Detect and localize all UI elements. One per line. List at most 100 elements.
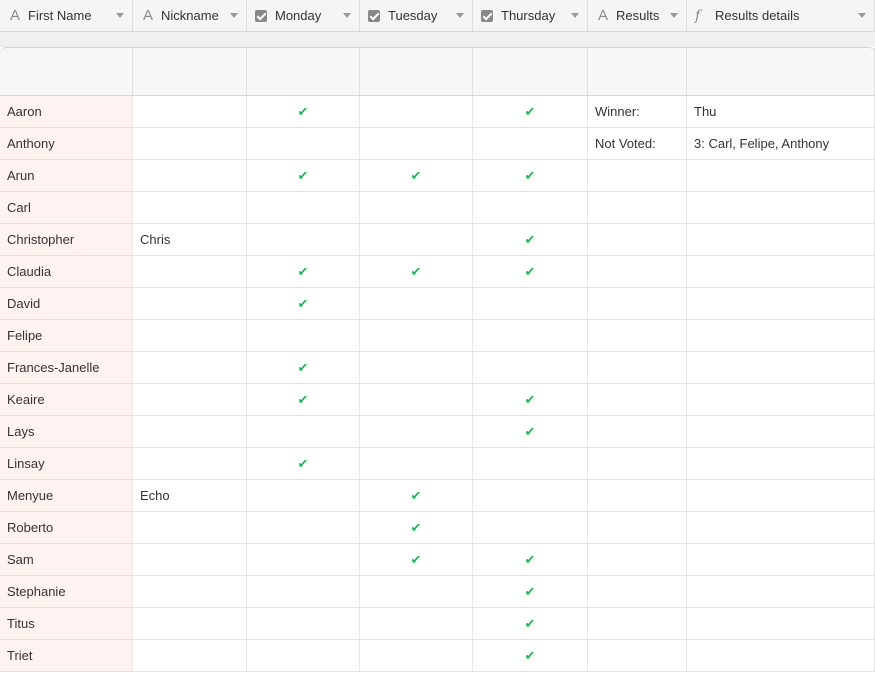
new-record-cell[interactable]: [360, 48, 473, 95]
monday-checkbox-cell[interactable]: ✔: [247, 448, 360, 479]
results-cell[interactable]: [588, 288, 687, 319]
table-row[interactable]: Triet ✔: [0, 640, 875, 672]
first-name-cell[interactable]: Arun: [0, 160, 133, 191]
new-record-cell[interactable]: [247, 48, 360, 95]
first-name-cell[interactable]: Claudia: [0, 256, 133, 287]
nickname-cell[interactable]: [133, 448, 247, 479]
monday-checkbox-cell[interactable]: [247, 224, 360, 255]
first-name-cell[interactable]: David: [0, 288, 133, 319]
chevron-down-icon[interactable]: [116, 13, 124, 18]
monday-checkbox-cell[interactable]: [247, 320, 360, 351]
thursday-checkbox-cell[interactable]: [473, 480, 588, 511]
table-row[interactable]: Aaron ✔ ✔ Winner: Thu: [0, 96, 875, 128]
tuesday-checkbox-cell[interactable]: [360, 608, 473, 639]
tuesday-checkbox-cell[interactable]: [360, 384, 473, 415]
column-header-results-details[interactable]: f Results details: [687, 0, 875, 31]
chevron-down-icon[interactable]: [858, 13, 866, 18]
thursday-checkbox-cell[interactable]: ✔: [473, 576, 588, 607]
column-header-first-name[interactable]: A First Name: [0, 0, 133, 31]
tuesday-checkbox-cell[interactable]: [360, 96, 473, 127]
results-details-cell[interactable]: [687, 576, 875, 607]
tuesday-checkbox-cell[interactable]: [360, 128, 473, 159]
results-details-cell[interactable]: Thu: [687, 96, 875, 127]
monday-checkbox-cell[interactable]: ✔: [247, 288, 360, 319]
new-record-cell[interactable]: [473, 48, 588, 95]
nickname-cell[interactable]: [133, 608, 247, 639]
first-name-cell[interactable]: Anthony: [0, 128, 133, 159]
table-row[interactable]: Carl: [0, 192, 875, 224]
monday-checkbox-cell[interactable]: [247, 416, 360, 447]
nickname-cell[interactable]: [133, 320, 247, 351]
tuesday-checkbox-cell[interactable]: ✔: [360, 512, 473, 543]
results-cell[interactable]: [588, 512, 687, 543]
tuesday-checkbox-cell[interactable]: [360, 416, 473, 447]
nickname-cell[interactable]: [133, 416, 247, 447]
thursday-checkbox-cell[interactable]: ✔: [473, 416, 588, 447]
tuesday-checkbox-cell[interactable]: [360, 288, 473, 319]
thursday-checkbox-cell[interactable]: ✔: [473, 544, 588, 575]
thursday-checkbox-cell[interactable]: ✔: [473, 640, 588, 671]
thursday-checkbox-cell[interactable]: [473, 448, 588, 479]
first-name-cell[interactable]: Carl: [0, 192, 133, 223]
nickname-cell[interactable]: [133, 384, 247, 415]
results-details-cell[interactable]: [687, 384, 875, 415]
results-details-cell[interactable]: [687, 480, 875, 511]
thursday-checkbox-cell[interactable]: ✔: [473, 384, 588, 415]
monday-checkbox-cell[interactable]: [247, 576, 360, 607]
monday-checkbox-cell[interactable]: ✔: [247, 352, 360, 383]
results-cell[interactable]: [588, 352, 687, 383]
thursday-checkbox-cell[interactable]: [473, 320, 588, 351]
new-record-cell[interactable]: [133, 48, 247, 95]
new-record-row[interactable]: [0, 47, 875, 96]
table-row[interactable]: Anthony Not Voted: 3: Carl, Felipe, Anthon…: [0, 128, 875, 160]
monday-checkbox-cell[interactable]: [247, 640, 360, 671]
monday-checkbox-cell[interactable]: ✔: [247, 160, 360, 191]
monday-checkbox-cell[interactable]: [247, 192, 360, 223]
results-details-cell[interactable]: [687, 288, 875, 319]
results-details-cell[interactable]: [687, 544, 875, 575]
results-cell[interactable]: [588, 416, 687, 447]
table-row[interactable]: Linsay ✔: [0, 448, 875, 480]
table-row[interactable]: Menyue Echo ✔: [0, 480, 875, 512]
results-details-cell[interactable]: 3: Carl, Felipe, Anthony: [687, 128, 875, 159]
results-cell[interactable]: [588, 224, 687, 255]
thursday-checkbox-cell[interactable]: [473, 352, 588, 383]
results-cell[interactable]: [588, 256, 687, 287]
table-row[interactable]: Stephanie ✔: [0, 576, 875, 608]
results-cell[interactable]: [588, 576, 687, 607]
thursday-checkbox-cell[interactable]: [473, 128, 588, 159]
nickname-cell[interactable]: [133, 576, 247, 607]
first-name-cell[interactable]: Aaron: [0, 96, 133, 127]
results-details-cell[interactable]: [687, 320, 875, 351]
nickname-cell[interactable]: Chris: [133, 224, 247, 255]
results-cell[interactable]: [588, 160, 687, 191]
monday-checkbox-cell[interactable]: [247, 128, 360, 159]
results-cell[interactable]: [588, 192, 687, 223]
results-cell[interactable]: Winner:: [588, 96, 687, 127]
results-details-cell[interactable]: [687, 640, 875, 671]
results-details-cell[interactable]: [687, 224, 875, 255]
monday-checkbox-cell[interactable]: ✔: [247, 256, 360, 287]
tuesday-checkbox-cell[interactable]: [360, 320, 473, 351]
nickname-cell[interactable]: [133, 96, 247, 127]
tuesday-checkbox-cell[interactable]: [360, 224, 473, 255]
first-name-cell[interactable]: Felipe: [0, 320, 133, 351]
first-name-cell[interactable]: Stephanie: [0, 576, 133, 607]
chevron-down-icon[interactable]: [456, 13, 464, 18]
thursday-checkbox-cell[interactable]: ✔: [473, 608, 588, 639]
nickname-cell[interactable]: [133, 288, 247, 319]
new-record-cell[interactable]: [0, 48, 133, 95]
monday-checkbox-cell[interactable]: ✔: [247, 96, 360, 127]
thursday-checkbox-cell[interactable]: ✔: [473, 160, 588, 191]
column-header-nickname[interactable]: A Nickname: [133, 0, 247, 31]
nickname-cell[interactable]: [133, 512, 247, 543]
results-cell[interactable]: [588, 608, 687, 639]
tuesday-checkbox-cell[interactable]: ✔: [360, 256, 473, 287]
results-details-cell[interactable]: [687, 352, 875, 383]
column-header-tuesday[interactable]: Tuesday: [360, 0, 473, 31]
results-cell[interactable]: [588, 384, 687, 415]
first-name-cell[interactable]: Keaire: [0, 384, 133, 415]
first-name-cell[interactable]: Menyue: [0, 480, 133, 511]
results-details-cell[interactable]: [687, 448, 875, 479]
nickname-cell[interactable]: [133, 640, 247, 671]
